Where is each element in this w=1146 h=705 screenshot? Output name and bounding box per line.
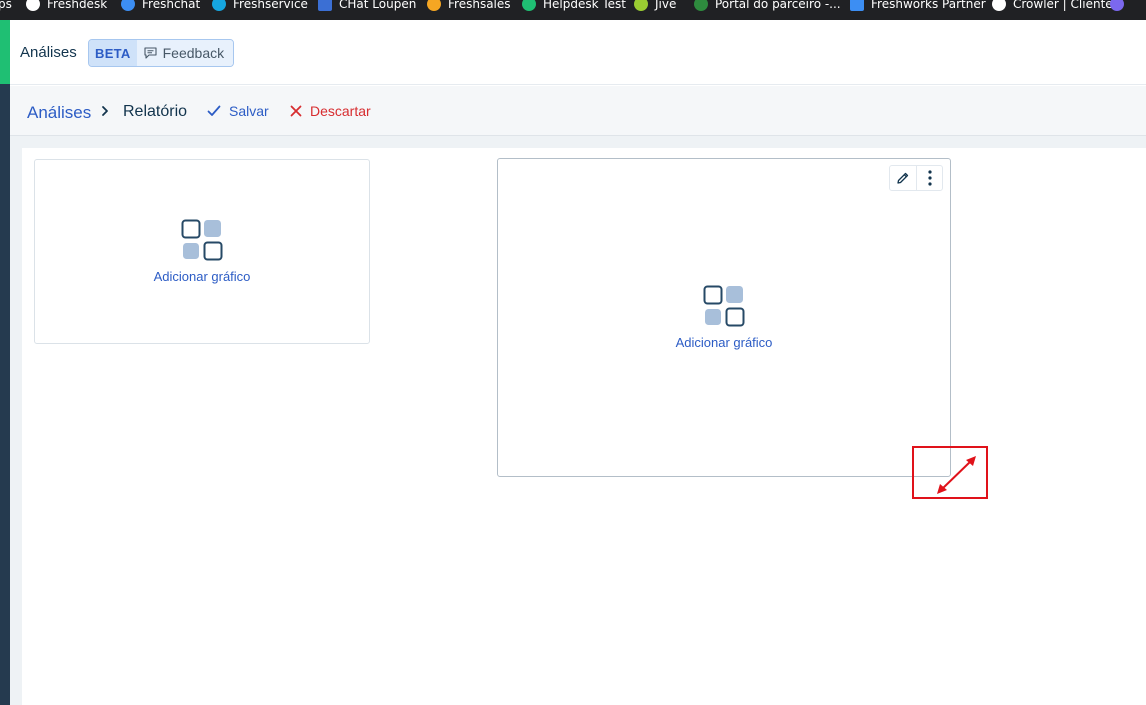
bookmark-label: Crowler | Clientes: [1013, 0, 1119, 11]
pencil-icon: [897, 172, 909, 184]
bookmark-label: Freshworks Partner: [871, 0, 986, 11]
breadcrumb-current: Relatório: [123, 103, 188, 120]
bookmark-label: Freshservice: [233, 0, 308, 11]
save-label: Salvar: [229, 103, 269, 119]
chat-icon: [318, 0, 332, 11]
bookmark-label: Freshchat: [142, 0, 201, 11]
more-options-button[interactable]: [916, 166, 942, 190]
bookmark-item[interactable]: Freshchat: [121, 0, 200, 14]
bookmark-label: CHat Loupen: [339, 0, 417, 11]
freshdesk-icon: [26, 0, 40, 11]
bookmark-item[interactable]: Freshsales: [427, 0, 511, 14]
sidebar-active-indicator: [0, 20, 10, 84]
discard-label: Descartar: [310, 103, 371, 119]
report-widget[interactable]: Adicionar gráfico: [34, 159, 370, 344]
add-chart-link[interactable]: Adicionar gráfico: [676, 335, 773, 350]
portal-icon: [694, 0, 708, 11]
bookmark-label: Helpdesk Test: [543, 0, 627, 11]
resize-diagonal-arrow-icon[interactable]: [914, 448, 986, 497]
chevron-right-icon: [102, 106, 108, 116]
edit-button[interactable]: [890, 166, 916, 190]
breadcrumb-root-link[interactable]: Análises: [27, 103, 91, 123]
comment-icon: [144, 47, 157, 59]
page-title: Análises: [20, 44, 77, 61]
canvas-top-margin: [10, 136, 1146, 148]
check-icon: [207, 105, 221, 116]
report-widget-selected[interactable]: Adicionar gráfico: [497, 158, 951, 477]
bookmark-label: Freshsales: [448, 0, 511, 11]
add-chart-icon: [703, 285, 745, 327]
kebab-menu-icon: [927, 170, 932, 186]
freshworks-icon: [850, 0, 864, 11]
bookmark-item[interactable]: Freshservice: [212, 0, 308, 14]
jive-icon: [634, 0, 648, 11]
freshsales-icon: [427, 0, 441, 11]
bookmark-item[interactable]: Portal do parceiro -...: [694, 0, 841, 14]
add-chart-link[interactable]: Adicionar gráfico: [154, 269, 251, 284]
close-icon: [290, 105, 302, 117]
helpdesk-icon: [522, 0, 536, 11]
bookmark-item[interactable]: Crowler | Clientes: [992, 0, 1119, 14]
bookmark-item[interactable]: CHat Loupen: [318, 0, 416, 14]
freshservice-icon: [212, 0, 226, 11]
bookmark-item[interactable]: Jive: [634, 0, 676, 14]
save-button[interactable]: Salvar: [207, 103, 269, 119]
globe-icon: [992, 0, 1006, 11]
bookmark-item[interactable]: Freshworks Partner: [850, 0, 986, 14]
add-chart-icon: [181, 219, 223, 261]
bookmark-item[interactable]: ps: [0, 0, 12, 14]
bookmark-icon: [1110, 0, 1124, 11]
bookmarks-bar: ps Freshdesk Freshchat Freshservice CHat…: [0, 0, 1146, 20]
bookmark-label: Jive: [655, 0, 677, 11]
discard-button[interactable]: Descartar: [290, 103, 371, 119]
canvas-left-margin: [10, 136, 22, 705]
feedback-button[interactable]: Feedback: [136, 40, 234, 66]
bookmark-item[interactable]: Helpdesk Test: [522, 0, 626, 14]
resize-highlight-box: [912, 446, 988, 499]
bookmark-item[interactable]: [1110, 0, 1124, 14]
app-sidebar: [0, 20, 10, 705]
widget-toolbar: [889, 165, 943, 191]
bookmark-label: ps: [0, 0, 12, 11]
bookmark-label: Freshdesk: [47, 0, 108, 11]
bookmark-item[interactable]: Freshdesk: [26, 0, 107, 14]
feedback-label: Feedback: [162, 45, 225, 61]
app-header: Análises BETA Feedback: [10, 20, 1146, 85]
beta-feedback-group: BETA Feedback: [88, 39, 235, 67]
beta-badge: BETA: [89, 40, 137, 66]
breadcrumb: Análises Relatório Salvar Descartar: [10, 86, 1146, 136]
freshchat-icon: [121, 0, 135, 11]
bookmark-label: Portal do parceiro -...: [715, 0, 841, 11]
